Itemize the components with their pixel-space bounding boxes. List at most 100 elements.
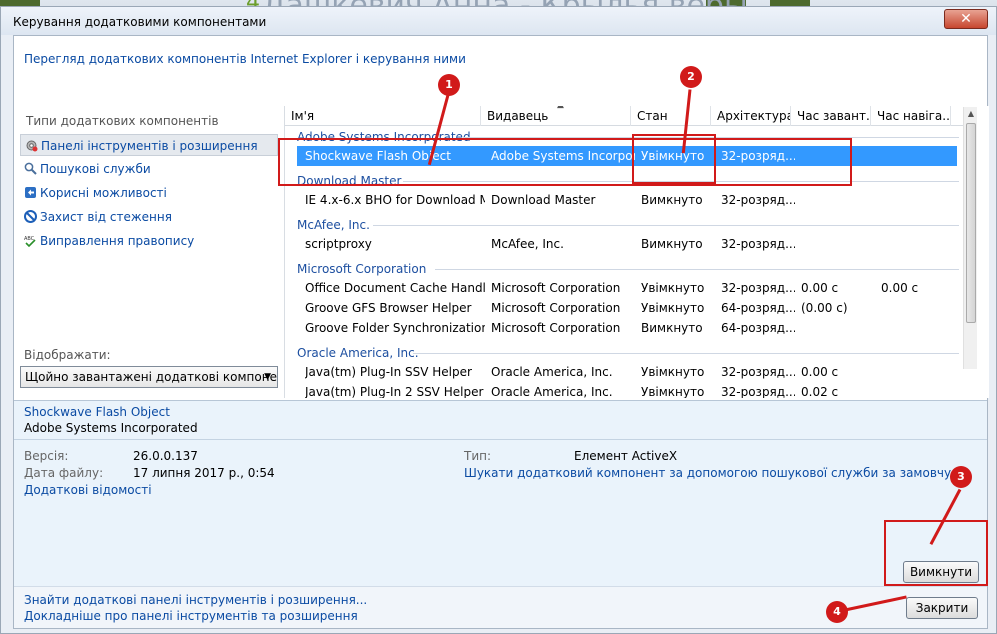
table-row[interactable]: IE 4.x-6.x BHO for Download M... Downloa…: [297, 190, 957, 210]
cell-status: Увімкнуто: [641, 385, 705, 398]
close-window-button[interactable]: ✕: [944, 9, 988, 29]
group-header: Oracle America, Inc.: [297, 346, 419, 360]
group-divider: [373, 225, 959, 226]
cell-name: Groove Folder Synchronization: [305, 321, 485, 335]
scroll-thumb[interactable]: [966, 123, 976, 323]
sidebar-item-label: Захист від стеження: [40, 210, 172, 224]
cell-architecture: 32-розряд...: [721, 237, 795, 251]
file-date-value: 17 липня 2017 р., 0:54: [133, 466, 275, 480]
column-header-name[interactable]: Ім'я: [285, 106, 481, 126]
spelling-icon: ABC: [24, 236, 36, 247]
cell-publisher: Microsoft Corporation: [491, 281, 621, 295]
cell-status: Увімкнуто: [641, 281, 705, 295]
header-description: Перегляд додаткових компонентів Internet…: [24, 52, 466, 66]
annotation-marker-2: 2: [680, 66, 702, 88]
table-row[interactable]: Java(tm) Plug-In 2 SSV Helper Oracle Ame…: [297, 382, 957, 398]
sidebar-item-search[interactable]: Пошукові служби: [20, 158, 278, 180]
annotation-highlight-row: [278, 138, 852, 186]
cell-load-time: 0.02 с: [801, 385, 839, 398]
annotation-highlight-status: [632, 134, 716, 184]
column-header-architecture[interactable]: Архітектура: [711, 106, 791, 126]
column-header-publisher[interactable]: Видавець: [481, 106, 631, 126]
version-label: Версія:: [24, 449, 69, 463]
sidebar-item-spelling[interactable]: ABC Виправлення правопису: [20, 230, 278, 252]
accelerator-icon: [25, 187, 36, 198]
cell-status: Вимкнуто: [641, 321, 703, 335]
cell-architecture: 64-розряд...: [721, 321, 795, 335]
table-row[interactable]: scriptproxy McAfee, Inc. Вимкнуто 32-роз…: [297, 234, 957, 254]
cell-publisher: McAfee, Inc.: [491, 237, 564, 251]
table-row[interactable]: Office Document Cache Handler Microsoft …: [297, 278, 957, 298]
addon-types-label: Типи додаткових компонентів: [26, 114, 219, 128]
annotation-marker-1: 1: [438, 74, 460, 96]
details-pane: Shockwave Flash Object Adobe Systems Inc…: [14, 400, 987, 586]
details-publisher: Adobe Systems Incorporated: [24, 421, 198, 435]
cell-name: Groove GFS Browser Helper: [305, 301, 472, 315]
addon-types-pane: Типи додаткових компонентів Панелі інстр…: [14, 104, 282, 396]
cell-publisher: Microsoft Corporation: [491, 301, 621, 315]
cell-name: scriptproxy: [305, 237, 372, 251]
show-filter-value: Щойно завантажені додаткові компоненти: [25, 370, 278, 384]
title-bar[interactable]: Керування додатковими компонентами ✕: [1, 7, 996, 35]
version-value: 26.0.0.137: [133, 449, 198, 463]
cell-architecture: 32-розряд...: [721, 193, 795, 207]
scroll-up-icon[interactable]: ▲: [964, 107, 978, 121]
cell-status: Увімкнуто: [641, 301, 705, 315]
cell-architecture: 32-розряд...: [721, 365, 795, 379]
annotation-marker-3: 3: [950, 466, 972, 488]
manage-addons-window: Керування додатковими компонентами ✕ Пер…: [0, 6, 997, 634]
cell-publisher: Oracle America, Inc.: [491, 385, 613, 398]
sidebar-item-label: Панелі інструментів і розширення: [41, 139, 258, 153]
list-header: Ім'я Видавець Стан Архітектура Час заван…: [285, 106, 975, 126]
cell-status: Увімкнуто: [641, 365, 705, 379]
sidebar-item-toolbars[interactable]: Панелі інструментів і розширення: [20, 134, 278, 156]
group-header: Microsoft Corporation: [297, 262, 427, 276]
close-button[interactable]: Закрити: [906, 597, 978, 619]
show-filter-dropdown[interactable]: Щойно завантажені додаткові компоненти ▼: [20, 366, 278, 388]
type-value: Елемент ActiveX: [574, 449, 678, 463]
gear-icon: [26, 140, 38, 152]
group-divider: [435, 269, 959, 270]
details-addon-name: Shockwave Flash Object: [24, 405, 170, 419]
show-label: Відображати:: [24, 348, 111, 362]
chevron-down-icon: ▼: [264, 372, 271, 382]
table-row[interactable]: Groove Folder Synchronization Microsoft …: [297, 318, 957, 338]
search-icon: [24, 162, 37, 175]
cell-navigation-time: 0.00 с: [881, 281, 919, 295]
sidebar-item-label: Виправлення правопису: [40, 234, 195, 248]
details-divider: [14, 439, 987, 440]
cell-name: Office Document Cache Handler: [305, 281, 485, 295]
list-scrollbar[interactable]: ▲: [963, 107, 977, 369]
sidebar-item-label: Корисні можливості: [40, 186, 167, 200]
find-more-toolbars-link[interactable]: Знайти додаткові панелі інструментів і р…: [24, 593, 367, 607]
annotation-marker-4: 4: [826, 601, 848, 623]
file-date-label: Дата файлу:: [24, 466, 104, 480]
table-row[interactable]: Groove GFS Browser Helper Microsoft Corp…: [297, 298, 957, 318]
cell-architecture: 32-розряд...: [721, 281, 795, 295]
cell-load-time: 0.00 с: [801, 281, 839, 295]
search-addon-link[interactable]: Шукати додатковий компонент за допомогою…: [464, 466, 963, 480]
learn-more-toolbars-link[interactable]: Докладніше про панелі інструментів та ро…: [24, 609, 358, 623]
sidebar-item-accelerators[interactable]: Корисні можливості: [20, 182, 278, 204]
type-label: Тип:: [464, 449, 492, 463]
cell-publisher: Download Master: [491, 193, 596, 207]
cell-status: Вимкнуто: [641, 237, 703, 251]
cell-name: Java(tm) Plug-In SSV Helper: [305, 365, 472, 379]
table-row[interactable]: Java(tm) Plug-In SSV Helper Oracle Ameri…: [297, 362, 957, 382]
group-header: McAfee, Inc.: [297, 218, 370, 232]
column-header-load-time[interactable]: Час завант...: [791, 106, 871, 126]
cell-publisher: Microsoft Corporation: [491, 321, 621, 335]
window-content: Перегляд додаткових компонентів Internet…: [13, 35, 989, 629]
cell-status: Вимкнуто: [641, 193, 703, 207]
sidebar-item-tracking-protection[interactable]: Захист від стеження: [20, 206, 278, 228]
more-info-link[interactable]: Додаткові відомості: [24, 483, 152, 497]
column-header-status[interactable]: Стан: [631, 106, 711, 126]
cell-name: Java(tm) Plug-In 2 SSV Helper: [305, 385, 484, 398]
cell-architecture: 64-розряд...: [721, 301, 795, 315]
cell-load-time: (0.00 с): [801, 301, 848, 315]
column-header-navigation-time[interactable]: Час навіга...: [871, 106, 951, 126]
cell-load-time: 0.00 с: [801, 365, 839, 379]
sidebar-item-label: Пошукові служби: [40, 162, 151, 176]
cell-publisher: Oracle America, Inc.: [491, 365, 613, 379]
cell-name: IE 4.x-6.x BHO for Download M...: [305, 193, 485, 207]
